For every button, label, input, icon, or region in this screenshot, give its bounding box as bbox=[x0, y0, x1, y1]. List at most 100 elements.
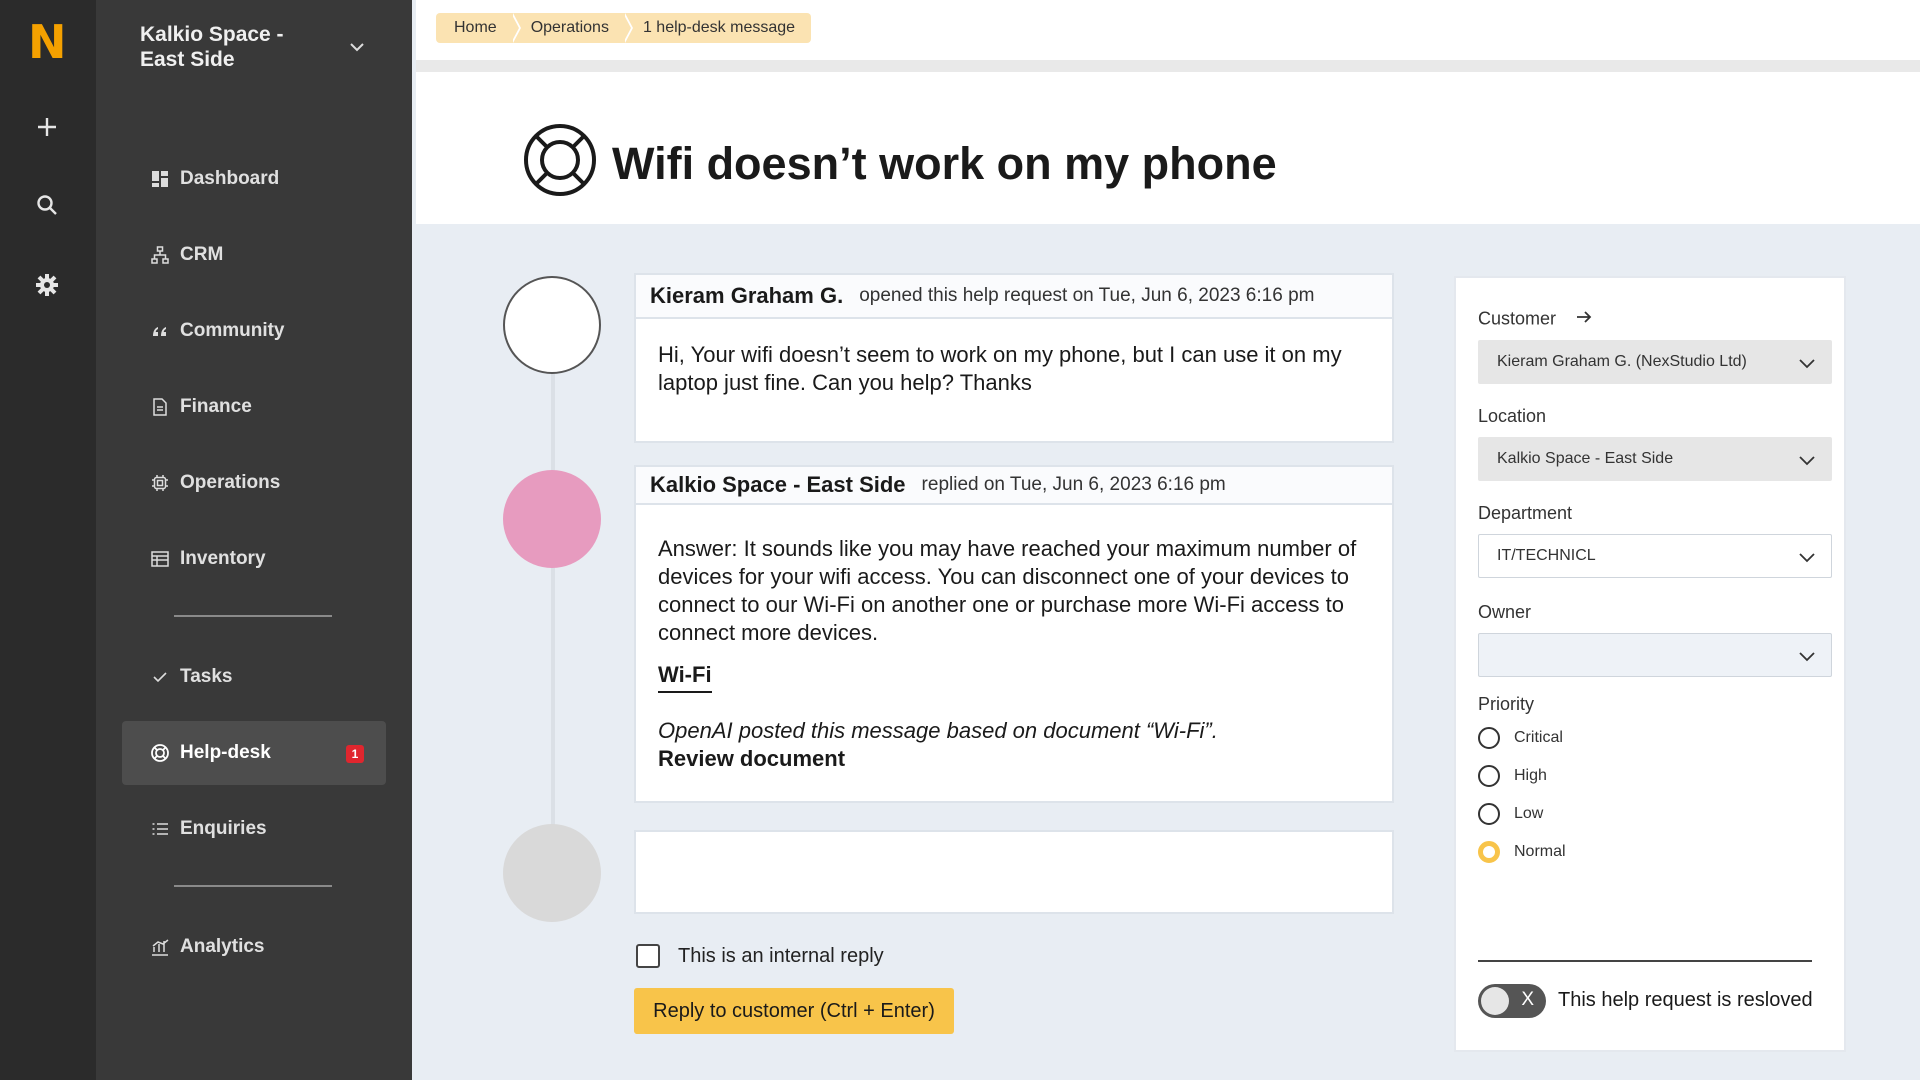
owner-select[interactable] bbox=[1478, 633, 1832, 677]
timeline-line bbox=[551, 360, 555, 830]
message-header: Kalkio Space - East Side replied on Tue,… bbox=[636, 467, 1392, 505]
message-meta: opened this help request on Tue, Jun 6, … bbox=[859, 285, 1315, 306]
message-body: Answer: It sounds like you may have reac… bbox=[658, 536, 1357, 645]
sidebar-item-label: CRM bbox=[180, 244, 224, 265]
customer-label-text: Customer bbox=[1478, 308, 1557, 329]
breadcrumb-operations[interactable]: Operations bbox=[513, 13, 634, 43]
internal-reply-checkbox[interactable] bbox=[636, 944, 660, 968]
priority-low[interactable]: Low bbox=[1478, 803, 1543, 825]
priority-normal[interactable]: Normal bbox=[1478, 841, 1566, 863]
document-link[interactable]: Wi-Fi bbox=[658, 661, 712, 693]
sidebar-item-label: Enquiries bbox=[180, 818, 267, 839]
lifebuoy-icon bbox=[150, 743, 170, 763]
sidebar-item-tasks[interactable]: Tasks bbox=[122, 645, 386, 709]
resolved-label: This help request is resloved bbox=[1558, 989, 1813, 1011]
document-icon bbox=[150, 397, 170, 417]
page-title: Wifi doesn’t work on my phone bbox=[612, 138, 1277, 189]
review-document-link[interactable]: Review document bbox=[658, 745, 845, 773]
department-select[interactable]: IT/TECHNICL bbox=[1478, 534, 1832, 578]
priority-option-label: High bbox=[1514, 767, 1547, 784]
reply-input[interactable] bbox=[634, 830, 1394, 914]
sidebar-item-label: Analytics bbox=[180, 936, 265, 957]
priority-high[interactable]: High bbox=[1478, 765, 1547, 787]
table-icon bbox=[150, 549, 170, 569]
breadcrumb-home[interactable]: Home bbox=[436, 13, 521, 43]
sidebar-item-inventory[interactable]: Inventory bbox=[122, 527, 386, 591]
reply-avatar bbox=[503, 824, 601, 922]
arrow-right-icon[interactable] bbox=[1575, 308, 1593, 331]
message-body: Hi, Your wifi doesn’t seem to work on my… bbox=[658, 342, 1342, 395]
location-select[interactable]: Kalkio Space - East Side bbox=[1478, 437, 1832, 481]
top-bar: Home Operations 1 help-desk message bbox=[416, 0, 1920, 72]
priority-option-label: Critical bbox=[1514, 729, 1563, 746]
department-label: Department bbox=[1478, 503, 1573, 523]
priority-option-label: Low bbox=[1514, 805, 1544, 822]
internal-reply-label: This is an internal reply bbox=[678, 944, 884, 967]
sidebar-item-label: Operations bbox=[180, 472, 281, 493]
sidebar-item-enquiries[interactable]: Enquiries bbox=[122, 797, 386, 861]
breadcrumb: Home Operations 1 help-desk message bbox=[436, 13, 812, 43]
sidebar-divider bbox=[174, 885, 332, 887]
space-name[interactable]: Kalkio Space - East Side bbox=[140, 22, 310, 72]
details-panel: Customer Kieram Graham G. (NexStudio Ltd… bbox=[1454, 276, 1846, 1052]
message-meta: replied on Tue, Jun 6, 2023 6:16 pm bbox=[921, 474, 1226, 495]
lifebuoy-icon bbox=[522, 122, 598, 198]
chevron-down-icon bbox=[1797, 646, 1817, 666]
sidebar-item-operations[interactable]: Operations bbox=[122, 451, 386, 515]
message-header: Kieram Graham G. opened this help reques… bbox=[636, 275, 1392, 319]
chevron-down-icon[interactable] bbox=[346, 36, 368, 58]
top-bar-shadow bbox=[416, 60, 1920, 72]
radio-selected-icon bbox=[1478, 841, 1500, 863]
sidebar-item-help-desk[interactable]: Help-desk 1 bbox=[122, 721, 386, 785]
message-author: Kieram Graham G. bbox=[650, 283, 844, 308]
sidebar-divider bbox=[174, 615, 332, 617]
chevron-down-icon bbox=[1797, 547, 1817, 567]
sidebar-item-label: Tasks bbox=[180, 666, 233, 687]
check-icon bbox=[150, 667, 170, 687]
priority-option-label: Normal bbox=[1514, 843, 1566, 860]
ai-note: OpenAI posted this message based on docu… bbox=[658, 718, 1218, 743]
add-icon[interactable] bbox=[30, 110, 64, 144]
title-band: Wifi doesn’t work on my phone bbox=[416, 72, 1920, 224]
sidebar-item-analytics[interactable]: Analytics bbox=[122, 915, 386, 979]
customer-avatar bbox=[503, 276, 601, 374]
sidebar-item-finance[interactable]: Finance bbox=[122, 375, 386, 439]
priority-label: Priority bbox=[1478, 694, 1535, 714]
radio-icon bbox=[1478, 765, 1500, 787]
radio-icon bbox=[1478, 803, 1500, 825]
location-label: Location bbox=[1478, 406, 1547, 426]
reply-button[interactable]: Reply to customer (Ctrl + Enter) bbox=[634, 988, 954, 1034]
breadcrumb-current[interactable]: 1 help-desk message bbox=[625, 13, 811, 43]
chart-icon bbox=[150, 937, 170, 957]
sidebar-item-label: Help-desk bbox=[180, 742, 271, 763]
internal-reply-option: This is an internal reply bbox=[636, 944, 884, 968]
dashboard-icon bbox=[150, 169, 170, 189]
chevron-down-icon bbox=[1797, 450, 1817, 470]
toggle-knob bbox=[1481, 987, 1509, 1015]
priority-critical[interactable]: Critical bbox=[1478, 727, 1563, 749]
message-card: Kalkio Space - East Side replied on Tue,… bbox=[634, 465, 1394, 803]
customer-value: Kieram Graham G. (NexStudio Ltd) bbox=[1497, 353, 1747, 370]
sidebar: Kalkio Space - East Side Dashboard CRM C… bbox=[96, 0, 412, 1080]
resolved-toggle[interactable]: X bbox=[1478, 984, 1546, 1018]
quote-icon bbox=[150, 321, 170, 341]
sidebar-item-dashboard[interactable]: Dashboard bbox=[122, 147, 386, 211]
customer-select[interactable]: Kieram Graham G. (NexStudio Ltd) bbox=[1478, 340, 1832, 384]
agent-avatar bbox=[503, 470, 601, 568]
location-value: Kalkio Space - East Side bbox=[1497, 450, 1674, 467]
radio-icon bbox=[1478, 727, 1500, 749]
notification-badge: 1 bbox=[346, 745, 364, 763]
app-logo[interactable]: N bbox=[28, 18, 67, 66]
sidebar-item-label: Community bbox=[180, 320, 285, 341]
chip-icon bbox=[150, 473, 170, 493]
search-icon[interactable] bbox=[30, 188, 64, 222]
gear-icon[interactable] bbox=[30, 268, 64, 302]
icon-rail: N bbox=[0, 0, 96, 1080]
close-icon: X bbox=[1521, 989, 1534, 1010]
sidebar-item-crm[interactable]: CRM bbox=[122, 223, 386, 287]
sidebar-item-community[interactable]: Community bbox=[122, 299, 386, 363]
customer-label: Customer bbox=[1478, 308, 1593, 331]
owner-label: Owner bbox=[1478, 602, 1532, 622]
chevron-down-icon bbox=[1797, 353, 1817, 373]
message-card: Kieram Graham G. opened this help reques… bbox=[634, 273, 1394, 443]
